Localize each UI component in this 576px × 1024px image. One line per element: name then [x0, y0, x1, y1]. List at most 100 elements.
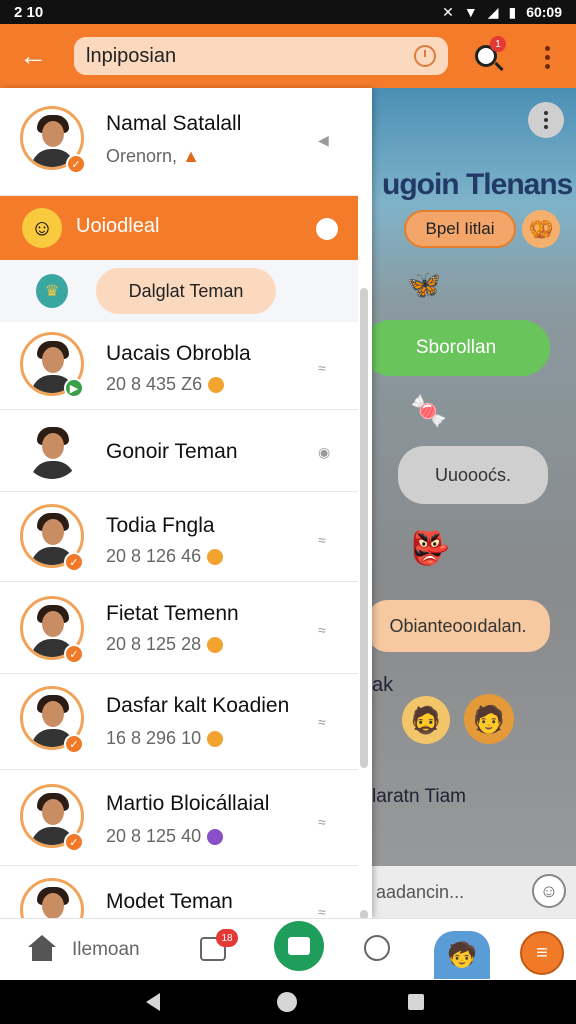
game-title: ugoin Tlenans	[382, 168, 573, 201]
game-green-button[interactable]: Sborollan	[372, 320, 550, 376]
add-friend-button[interactable]: Dalglat Teman	[96, 268, 276, 314]
timer-icon[interactable]	[414, 45, 436, 67]
contact-subtitle: 20 8 126 46	[106, 546, 224, 567]
game-character-one-icon[interactable]: 🧔	[402, 696, 450, 744]
game-chip-icon[interactable]: 🥨	[522, 210, 560, 248]
contact-name: Modet Teman	[106, 890, 233, 913]
contacts-drawer: ✓ Namal Satalall Orenorn, ▲ ◀ ☺ Uoiodlea…	[0, 88, 372, 918]
app-bar: ← 1	[0, 24, 576, 88]
status-time-right: 60:09	[526, 4, 562, 20]
group-toggle[interactable]	[316, 218, 338, 240]
smiley-icon: ☺	[22, 208, 62, 248]
online-badge-icon: ✓	[64, 832, 84, 852]
contact-name: Dasfar kalt Koadien	[106, 694, 290, 717]
search-badge: 1	[490, 36, 506, 52]
online-badge-icon: ✓	[64, 552, 84, 572]
contact-row[interactable]: ✓ Namal Satalall Orenorn, ▲ ◀	[0, 88, 358, 196]
row-action-icon[interactable]: ≈	[318, 622, 326, 638]
row-action-icon[interactable]: ≈	[318, 532, 326, 548]
search-button[interactable]: 1	[466, 36, 506, 74]
online-badge-icon: ✓	[64, 644, 84, 664]
contact-row[interactable]: ▶ Uacais Obrobla 20 8 435 Z6 ≈	[0, 322, 358, 410]
more-options-icon[interactable]	[532, 42, 562, 72]
signal-icon: ◢	[487, 3, 499, 20]
game-label-team: laratn Tiam	[372, 786, 466, 807]
game-chip-button[interactable]: Bpel Iitlai	[404, 210, 516, 248]
compose-button[interactable]	[274, 921, 324, 971]
online-badge-icon: ✓	[64, 734, 84, 754]
home-icon[interactable]	[28, 935, 56, 961]
game-label-ak: ak	[372, 674, 394, 696]
status-time-left: 2 10	[14, 3, 44, 21]
contact-subtitle: 20 8 125 40	[106, 826, 224, 847]
scrollbar[interactable]	[360, 288, 368, 768]
row-action-icon[interactable]: ◉	[318, 444, 330, 461]
game-sprite-candy-icon: 🍬	[410, 394, 448, 428]
add-friend-icon: ♛	[36, 274, 68, 308]
search-box[interactable]	[74, 37, 448, 75]
contact-subtitle: Orenorn, ▲	[106, 146, 200, 166]
online-badge-icon: ▶	[64, 378, 84, 398]
avatar	[20, 418, 84, 482]
game-character-two-icon[interactable]: 🧑	[464, 694, 514, 744]
wifi-icon: ▼	[463, 4, 478, 20]
contact-name: Todia Fngla	[106, 514, 215, 537]
contact-name: Namal Satalall	[106, 112, 242, 135]
group-row[interactable]: ☺ Uoiodleal	[0, 196, 358, 260]
game-grey-pill[interactable]: Uuoooćs.	[398, 446, 548, 504]
status-dot-icon	[207, 637, 224, 654]
status-bar: 2 10 ✕ ▼ ◢ ▮ 60:09	[0, 0, 576, 24]
contact-name: Fietat Temenn	[106, 602, 239, 625]
nav-home-label[interactable]: Ilemoan	[72, 939, 140, 961]
status-dot-icon	[207, 549, 224, 566]
row-action-icon[interactable]: ≈	[318, 360, 326, 376]
contact-subtitle: 16 8 296 10	[106, 728, 224, 749]
game-chat-placeholder: aadancin...	[376, 881, 465, 902]
game-menu-icon[interactable]: ≡	[520, 931, 564, 975]
emoji-icon[interactable]: ☺	[532, 874, 566, 908]
avatar	[20, 878, 84, 918]
game-peach-banner[interactable]: Obianteooıdalan.	[372, 600, 550, 652]
system-back-icon[interactable]	[146, 993, 160, 1011]
warning-icon: ▲	[182, 146, 200, 166]
game-avatar-icon[interactable]: 🧒	[434, 931, 490, 979]
panel-menu-icon[interactable]	[528, 102, 564, 138]
contact-subtitle: 20 8 125 28	[106, 634, 224, 655]
scrollbar-end[interactable]	[360, 910, 368, 918]
game-sprite-hero-icon: 👺	[410, 530, 450, 566]
bottom-nav: Ilemoan 18 🧒 ≡	[0, 918, 576, 980]
game-chat-input[interactable]: aadancin... ☺	[372, 866, 576, 918]
row-action-icon[interactable]: ≈	[318, 904, 326, 918]
row-action-icon[interactable]: ≈	[318, 814, 326, 830]
notification-icon: ✕	[442, 3, 454, 20]
contact-row[interactable]: ✓ Martio Bloicállaial 20 8 125 40 ≈	[0, 770, 358, 866]
contact-row[interactable]: ✓ Todia Fngla 20 8 126 46 ≈	[0, 492, 358, 582]
system-recent-icon[interactable]	[408, 994, 424, 1010]
group-label: Uoiodleal	[76, 215, 160, 237]
status-icons: ✕ ▼ ◢ ▮ 60:09	[442, 4, 562, 21]
friends-icon[interactable]	[364, 935, 390, 961]
status-dot-icon	[207, 829, 224, 846]
contact-row[interactable]: Gonoir Teman ◉	[0, 410, 358, 492]
compose-icon	[288, 937, 310, 955]
game-panel: ugoin Tlenans Bpel Iitlai 🥨 🦋 Sborollan …	[372, 88, 576, 918]
battery-icon: ▮	[508, 3, 517, 20]
contact-row[interactable]: Modet Teman ≈	[0, 866, 358, 918]
contact-row[interactable]: ✓ Dasfar kalt Koadien 16 8 296 10 ≈	[0, 674, 358, 770]
contact-name: Gonoir Teman	[106, 440, 238, 463]
game-sprite-bug-icon: 🦋	[406, 268, 442, 300]
search-input[interactable]	[86, 44, 414, 68]
contact-row[interactable]: ✓ Fietat Temenn 20 8 125 28 ≈	[0, 582, 358, 674]
row-action-icon[interactable]: ≈	[318, 714, 326, 730]
row-action-icon[interactable]: ◀	[318, 132, 329, 149]
chat-badge: 18	[216, 929, 238, 947]
contact-name: Uacais Obrobla	[106, 342, 251, 365]
status-dot-icon	[207, 731, 224, 748]
contact-subtitle: 20 8 435 Z6	[106, 374, 225, 395]
back-arrow-icon[interactable]: ←	[0, 24, 66, 88]
system-home-icon[interactable]	[277, 992, 297, 1012]
online-badge-icon: ✓	[66, 154, 86, 174]
system-nav	[0, 980, 576, 1024]
add-friend-row: ♛ Dalglat Teman	[0, 260, 358, 322]
status-dot-icon	[208, 377, 225, 394]
